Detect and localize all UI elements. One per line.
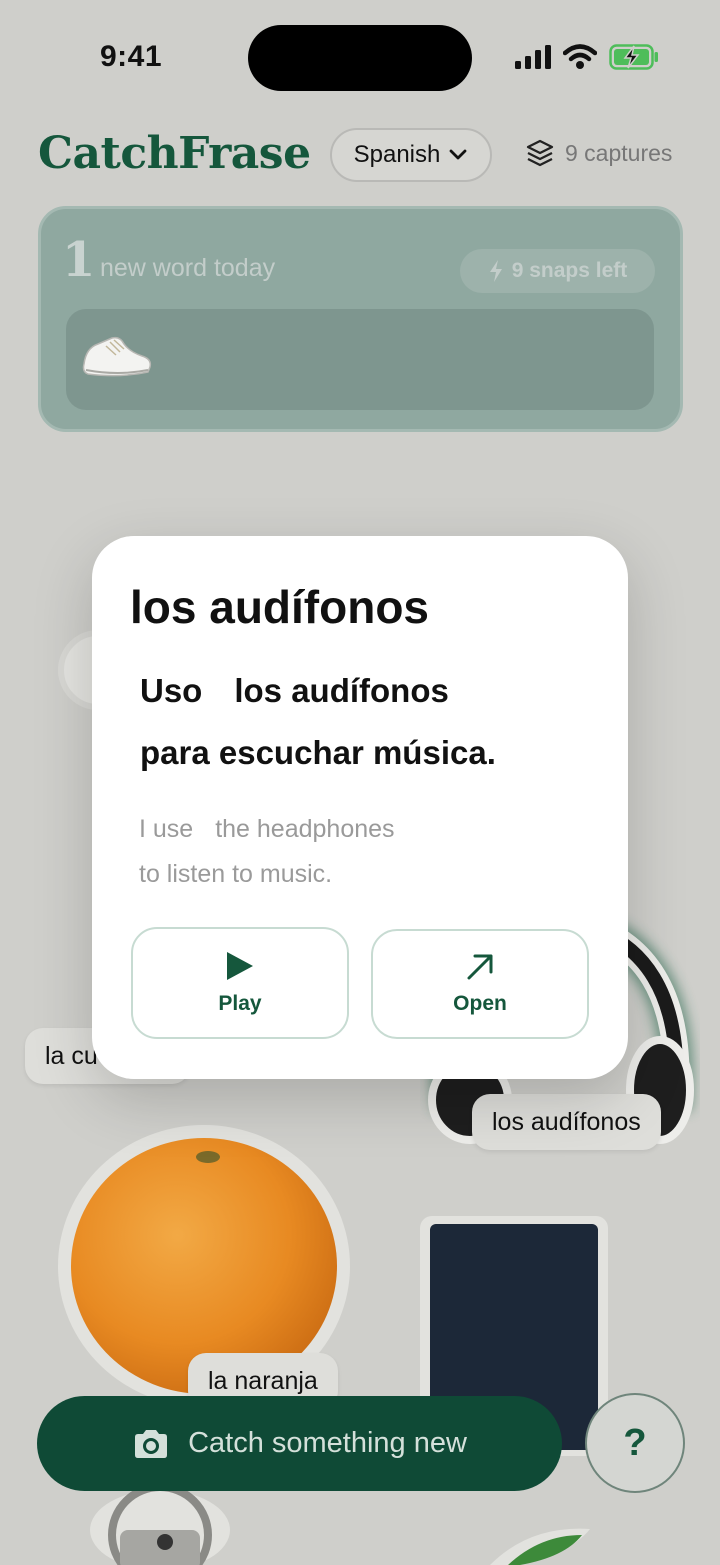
english-part1: I use xyxy=(139,815,194,843)
play-icon xyxy=(227,952,253,980)
captures-link[interactable]: 9 captures xyxy=(525,138,672,168)
word-title: los audífonos xyxy=(130,581,429,633)
today-label: new word today xyxy=(100,254,276,282)
language-label: Spanish xyxy=(353,141,441,168)
chevron-down-icon xyxy=(449,149,467,160)
spanish-sentence-line1: Uso los audífonos xyxy=(140,672,449,710)
english-translation-line1: I use the headphones xyxy=(139,815,395,844)
snaps-left-text: 9 snaps left xyxy=(511,259,628,282)
plant-image[interactable] xyxy=(470,1525,600,1565)
captures-count: 9 captures xyxy=(565,139,673,166)
spanish-part2: los audífonos xyxy=(234,672,449,709)
catch-something-new-button[interactable]: Catch something new xyxy=(37,1396,562,1491)
app-title: CatchFrase xyxy=(38,128,311,179)
battery-charging-icon xyxy=(609,44,658,70)
play-button[interactable]: Play xyxy=(131,927,349,1039)
bolt-icon xyxy=(489,260,502,282)
arrow-up-right-icon xyxy=(467,954,493,980)
headphones-label[interactable]: los audífonos xyxy=(472,1094,661,1150)
dynamic-island xyxy=(248,25,472,91)
play-label: Play xyxy=(218,992,262,1015)
catch-label: Catch something new xyxy=(188,1427,467,1459)
language-selector[interactable]: Spanish xyxy=(330,128,492,182)
help-button[interactable]: ? xyxy=(585,1393,685,1493)
wifi-icon xyxy=(563,44,597,69)
status-time: 9:41 xyxy=(100,40,163,73)
open-button[interactable]: Open xyxy=(371,929,589,1039)
snaps-left-badge: 9 snaps left xyxy=(460,249,655,293)
sneaker-image[interactable] xyxy=(80,334,154,382)
open-label: Open xyxy=(453,992,507,1015)
spanish-sentence-line2: para escuchar música. xyxy=(140,734,496,771)
english-part2: the headphones xyxy=(215,815,395,843)
english-translation-line2: to listen to music. xyxy=(139,860,333,888)
help-icon: ? xyxy=(623,1421,647,1464)
camera-icon xyxy=(135,1429,168,1458)
today-count: 1 xyxy=(62,232,96,288)
signal-icon xyxy=(515,45,551,69)
today-items-strip xyxy=(66,309,654,410)
spanish-part1: Uso xyxy=(140,672,203,709)
status-icons xyxy=(515,44,659,70)
layers-icon xyxy=(526,139,554,167)
key-image[interactable] xyxy=(80,1490,240,1565)
